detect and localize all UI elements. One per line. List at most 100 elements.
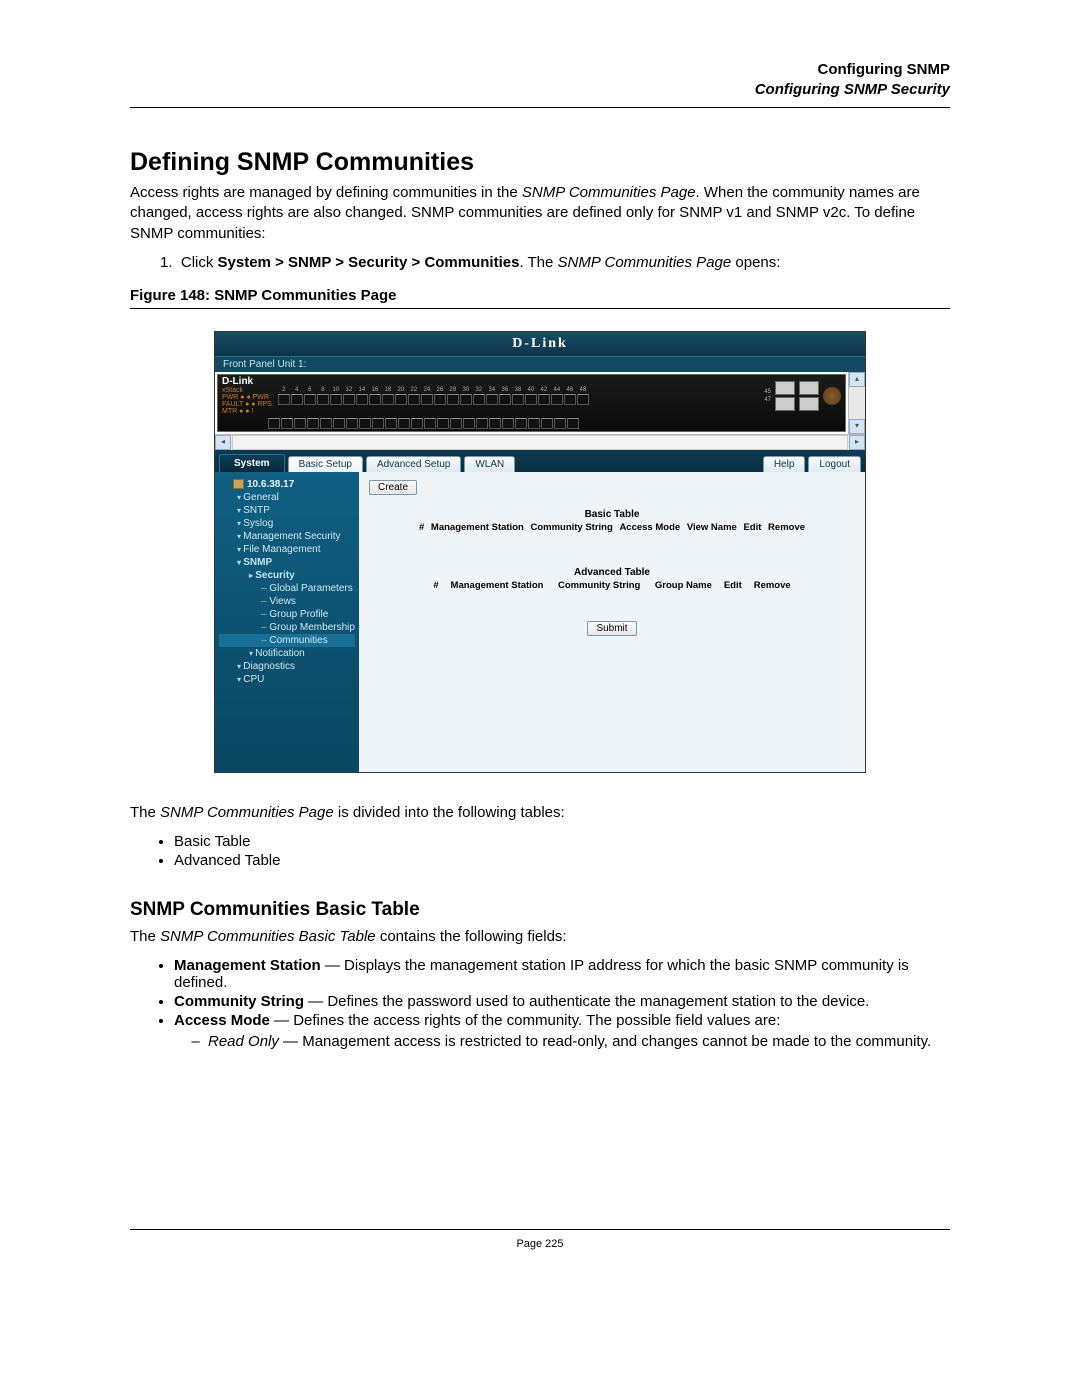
vertical-scrollbar[interactable]: ▴ ▾	[848, 372, 865, 434]
scroll-left-icon[interactable]: ◂	[215, 435, 231, 450]
tree-global-params[interactable]: Global Parameters	[219, 582, 355, 595]
tree-communities[interactable]: Communities	[219, 634, 355, 647]
tree-security[interactable]: Security	[219, 569, 355, 582]
port[interactable]	[294, 418, 306, 429]
horizontal-scrollbar[interactable]: ◂ ▸	[215, 434, 865, 450]
list-item: Access Mode — Defines the access rights …	[174, 1012, 950, 1050]
port[interactable]	[502, 418, 514, 429]
scroll-down-icon[interactable]: ▾	[849, 419, 865, 434]
port[interactable]	[346, 418, 358, 429]
port[interactable]	[554, 418, 566, 429]
scroll-right-icon[interactable]: ▸	[849, 435, 865, 450]
subsection-intro: The SNMP Communities Basic Table contain…	[130, 927, 950, 947]
tree-diagnostics[interactable]: Diagnostics	[219, 660, 355, 673]
tree-cpu[interactable]: CPU	[219, 673, 355, 686]
module-slot	[799, 397, 819, 411]
port[interactable]	[564, 394, 576, 405]
tab-system[interactable]: System	[219, 454, 285, 473]
port[interactable]	[437, 418, 449, 429]
tree-group-membership[interactable]: Group Membership	[219, 621, 355, 634]
port[interactable]	[434, 394, 446, 405]
tab-advanced-setup[interactable]: Advanced Setup	[366, 456, 461, 472]
after-figure-text: The SNMP Communities Page is divided int…	[130, 803, 950, 823]
port[interactable]	[447, 394, 459, 405]
port[interactable]	[320, 418, 332, 429]
tree-ip[interactable]: 10.6.38.17	[219, 478, 355, 491]
port[interactable]	[512, 394, 524, 405]
create-button[interactable]: Create	[369, 480, 417, 495]
port-label: 46	[564, 387, 576, 393]
list-item: Basic Table	[174, 833, 950, 850]
header-section: Configuring SNMP Security	[130, 80, 950, 100]
tree-general[interactable]: General	[219, 491, 355, 504]
port[interactable]	[525, 394, 537, 405]
tree-views[interactable]: Views	[219, 595, 355, 608]
header-rule	[130, 107, 950, 108]
port[interactable]	[359, 418, 371, 429]
tab-logout[interactable]: Logout	[808, 456, 861, 472]
port[interactable]	[268, 418, 280, 429]
port[interactable]	[382, 394, 394, 405]
port[interactable]	[291, 394, 303, 405]
tab-help[interactable]: Help	[763, 456, 806, 472]
port[interactable]	[385, 418, 397, 429]
port[interactable]	[538, 394, 550, 405]
tree-notification[interactable]: Notification	[219, 647, 355, 660]
port[interactable]	[460, 394, 472, 405]
submit-button[interactable]: Submit	[587, 621, 636, 636]
tree-file-mgmt[interactable]: File Management	[219, 543, 355, 556]
figure-rule	[130, 308, 950, 309]
port-label: 34	[486, 387, 498, 393]
port[interactable]	[398, 418, 410, 429]
port[interactable]	[450, 418, 462, 429]
port-label: 4	[291, 387, 303, 393]
port[interactable]	[343, 394, 355, 405]
port[interactable]	[421, 394, 433, 405]
scroll-track[interactable]	[232, 435, 848, 450]
port[interactable]	[577, 394, 589, 405]
module-slot	[775, 397, 795, 411]
port[interactable]	[551, 394, 563, 405]
port[interactable]	[541, 418, 553, 429]
port[interactable]	[317, 394, 329, 405]
tree-sntp[interactable]: SNTP	[219, 504, 355, 517]
port[interactable]	[369, 394, 381, 405]
port[interactable]	[281, 418, 293, 429]
device-icon	[233, 479, 244, 489]
port[interactable]	[307, 418, 319, 429]
scroll-up-icon[interactable]: ▴	[849, 372, 865, 387]
port-label: 48	[577, 387, 589, 393]
header-chapter: Configuring SNMP	[130, 60, 950, 80]
subsection-title: SNMP Communities Basic Table	[130, 899, 950, 921]
port[interactable]	[278, 394, 290, 405]
port[interactable]	[476, 418, 488, 429]
tree-group-profile[interactable]: Group Profile	[219, 608, 355, 621]
port[interactable]	[356, 394, 368, 405]
port[interactable]	[372, 418, 384, 429]
port[interactable]	[486, 394, 498, 405]
port[interactable]	[424, 418, 436, 429]
device-panel-frame: D-Link xStack PWR ● ● PWR FAULT ● ● RPS …	[215, 372, 865, 434]
port[interactable]	[333, 418, 345, 429]
port[interactable]	[408, 394, 420, 405]
list-item: Community String — Defines the password …	[174, 993, 950, 1010]
tree-mgmt-security[interactable]: Management Security	[219, 530, 355, 543]
tree-snmp[interactable]: SNMP	[219, 556, 355, 569]
tab-basic-setup[interactable]: Basic Setup	[288, 456, 363, 472]
port[interactable]	[567, 418, 579, 429]
port[interactable]	[515, 418, 527, 429]
port[interactable]	[304, 394, 316, 405]
port[interactable]	[330, 394, 342, 405]
port[interactable]	[528, 418, 540, 429]
port-label: 26	[434, 387, 446, 393]
port-label: 2	[278, 387, 290, 393]
port-label: 6	[304, 387, 316, 393]
port[interactable]	[395, 394, 407, 405]
port[interactable]	[411, 418, 423, 429]
port[interactable]	[463, 418, 475, 429]
port[interactable]	[499, 394, 511, 405]
port[interactable]	[489, 418, 501, 429]
port[interactable]	[473, 394, 485, 405]
tab-wlan[interactable]: WLAN	[464, 456, 515, 472]
tree-syslog[interactable]: Syslog	[219, 517, 355, 530]
